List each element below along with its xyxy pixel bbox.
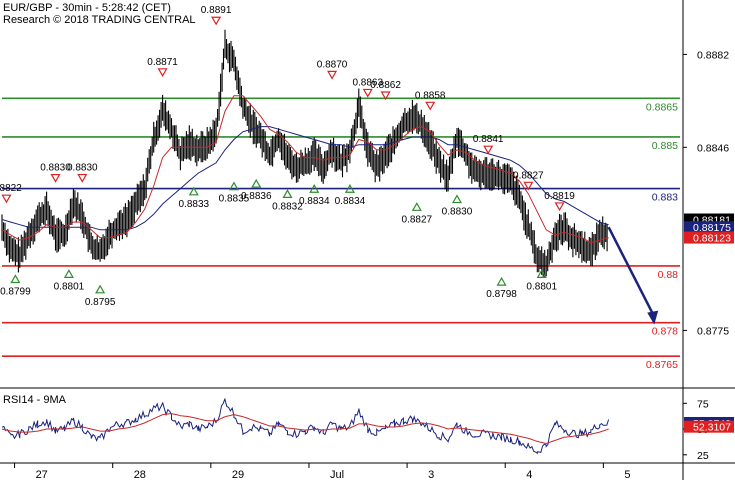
pivot-high-marker: [425, 101, 436, 111]
pivot-high-label: 0.8841: [473, 134, 504, 145]
pivot-low-marker: [10, 274, 21, 284]
pivot-low-marker: [451, 194, 463, 204]
pivot-low-label: 0.8830: [442, 207, 473, 218]
level-label: 0.885: [652, 140, 678, 152]
research-credit: Research © 2018 TRADING CENTRAL: [3, 14, 196, 26]
pivot-low-marker: [496, 276, 507, 286]
pivot-low-marker: [95, 284, 106, 294]
pivot-low-label: 0.8798: [486, 289, 517, 300]
pivot-high-label: 0.8862: [370, 80, 401, 91]
pivot-high-marker: [50, 173, 61, 183]
time-tick-label: 5: [624, 469, 630, 480]
rsi-current-tag-label: 52.3107: [693, 422, 731, 434]
time-x-axis: 27 28 29 Jul 3 4 5: [14, 463, 630, 480]
pivot-high-label: 0.8870: [317, 59, 348, 70]
price-tick-label: 0.8846: [697, 142, 729, 154]
pivot-high-label: 0.8827: [513, 170, 544, 181]
time-tick-label: 4: [526, 469, 532, 480]
chart-title: EUR/GBP - 30min - 5:28:42 (CET): [3, 2, 171, 14]
time-tick-label: 3: [428, 469, 434, 480]
time-tick-label: 28: [134, 469, 146, 480]
price-tick-label: 0.8775: [697, 325, 729, 337]
pivot-high-label: 0.8830: [67, 163, 98, 174]
price-y-axis: 0.88820.88460.87750.881810.881750.88123: [683, 49, 734, 337]
pivot-high-marker: [327, 70, 338, 80]
pivot-low-marker: [63, 269, 74, 278]
chart-root: { "header": { "title": "EUR/GBP - 30min …: [0, 0, 735, 480]
price-tick-label: 0.8882: [697, 49, 729, 61]
rsi-tick-label: 75: [697, 398, 709, 410]
pivot-high-label: 0.8819: [544, 191, 575, 202]
forecast-arrow-shaft: [607, 226, 655, 316]
pivot-high-label: 0.8858: [415, 90, 446, 101]
pivot-high-label: 0.8891: [201, 5, 232, 16]
pivot-high-label: 0.8871: [147, 57, 178, 68]
pivot-low-label: 0.8795: [85, 297, 116, 308]
pivot-low-label: 0.8827: [402, 214, 433, 225]
pivot-high-marker: [483, 145, 494, 155]
pivot-low-label: 0.8834: [335, 196, 366, 207]
pivot-low-label: 0.8801: [54, 281, 85, 292]
pivot-high-marker: [554, 202, 565, 212]
time-tick-label: 27: [36, 469, 48, 480]
time-tick-label: Jul: [330, 469, 344, 480]
pivot-high-marker: [77, 173, 88, 183]
level-label: 0.883: [652, 192, 678, 204]
level-label: 0.8765: [646, 359, 678, 371]
rsi-tick-label: 25: [697, 450, 709, 462]
chart-canvas: 0.88650.8850.8830.880.8780.8765 0.88220.…: [0, 0, 735, 480]
pivot-low-label: 0.8801: [526, 281, 557, 292]
level-label: 0.878: [652, 326, 678, 338]
pivot-low-label: 0.8799: [0, 287, 31, 298]
horizontal-levels: 0.8865 0.885 0.883 0.88 0.878 0.8765: [2, 97, 680, 371]
pivot-high-marker: [1, 194, 12, 204]
price-bars: [1, 29, 608, 278]
pivot-high-marker: [211, 16, 222, 26]
pivot-low-label: 0.8833: [179, 199, 210, 210]
rsi-panel: RSI14 - 9MA75502555.874352.3107: [1, 394, 734, 462]
rsi-title: RSI14 - 9MA: [3, 394, 67, 406]
pivot-high-marker: [157, 68, 168, 78]
pivot-low-marker: [411, 202, 422, 211]
rsi-line: [1, 398, 610, 455]
pivot-low-label: 0.8836: [241, 191, 272, 202]
pivot-high-label: 0.8822: [0, 183, 22, 194]
pivot-low-marker: [251, 178, 262, 188]
level-label: 0.8865: [646, 101, 678, 113]
pivot-low-label: 0.8834: [299, 196, 330, 207]
pivot-low-marker: [282, 189, 293, 198]
current-price-tag-label: 0.88123: [693, 233, 731, 245]
level-label: 0.88: [658, 269, 679, 281]
time-tick-label: 29: [232, 469, 244, 480]
